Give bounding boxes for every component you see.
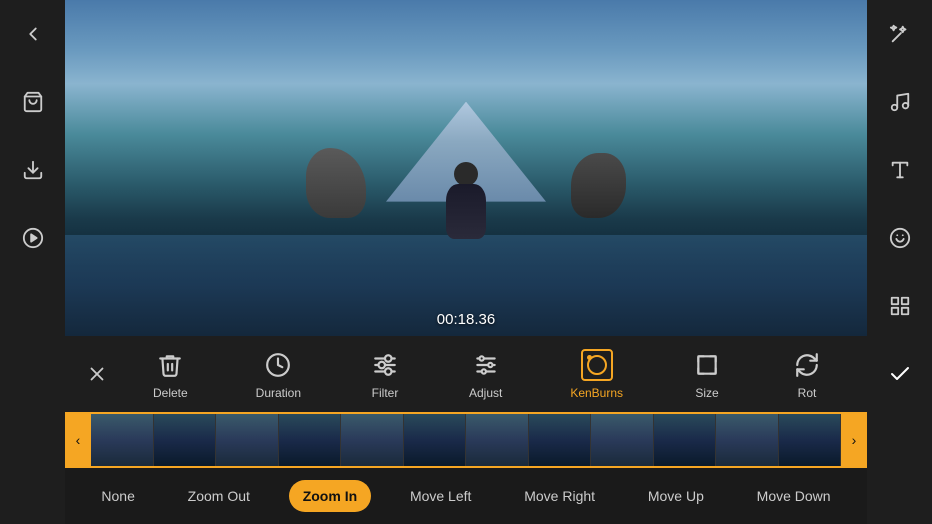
timeline-frame xyxy=(716,414,779,466)
tool-duration[interactable]: Duration xyxy=(248,343,309,406)
timeline-frame xyxy=(341,414,404,466)
person-head xyxy=(454,162,478,186)
magic-button[interactable] xyxy=(880,14,920,54)
timeline-arrow-left[interactable]: ‹ xyxy=(65,412,91,468)
timeline-frame xyxy=(404,414,467,466)
music-button[interactable] xyxy=(880,82,920,122)
person-figure xyxy=(441,162,491,242)
options-bar: None Zoom Out Zoom In Move Left Move Rig… xyxy=(65,468,867,524)
option-move-right[interactable]: Move Right xyxy=(510,480,609,512)
close-button[interactable] xyxy=(75,352,119,396)
play-button[interactable] xyxy=(13,218,53,258)
timeline-frame xyxy=(654,414,717,466)
option-none[interactable]: None xyxy=(87,480,148,512)
video-preview: 00:18.36 xyxy=(65,0,867,336)
option-zoom-out[interactable]: Zoom Out xyxy=(174,480,264,512)
option-move-left[interactable]: Move Left xyxy=(396,480,485,512)
main-content: 00:18.36 Delete xyxy=(65,0,867,524)
option-move-down[interactable]: Move Down xyxy=(743,480,845,512)
adjust-label: Adjust xyxy=(469,386,502,400)
emoji-button[interactable] xyxy=(880,218,920,258)
text-button[interactable] xyxy=(880,150,920,190)
timeline-strip: ‹ › xyxy=(65,412,867,468)
size-icon xyxy=(691,349,723,381)
person-body xyxy=(446,184,486,239)
timeline-frame xyxy=(216,414,279,466)
right-sidebar xyxy=(867,0,932,524)
shop-button[interactable] xyxy=(13,82,53,122)
option-move-up[interactable]: Move Up xyxy=(634,480,718,512)
toolbar: Delete Duration xyxy=(65,336,867,412)
kenburns-label: KenBurns xyxy=(570,386,623,400)
timeline-frame xyxy=(466,414,529,466)
tool-items: Delete Duration xyxy=(119,343,857,406)
rotate-icon xyxy=(791,349,823,381)
clock-icon xyxy=(262,349,294,381)
timeline-frame xyxy=(591,414,654,466)
timeline-frame xyxy=(91,414,154,466)
adjust-icon xyxy=(470,349,502,381)
left-sidebar xyxy=(0,0,65,524)
timeline-frames xyxy=(91,412,841,468)
tool-kenburns[interactable]: KenBurns xyxy=(562,343,631,406)
kenburns-icon xyxy=(581,349,613,381)
timeline-frame xyxy=(779,414,842,466)
timeline-frame xyxy=(529,414,592,466)
filter-label: Filter xyxy=(372,386,399,400)
size-label: Size xyxy=(695,386,718,400)
download-button[interactable] xyxy=(13,150,53,190)
timeline-arrow-right[interactable]: › xyxy=(841,412,867,468)
back-button[interactable] xyxy=(13,14,53,54)
tool-adjust[interactable]: Adjust xyxy=(461,343,510,406)
template-button[interactable] xyxy=(880,286,920,326)
delete-label: Delete xyxy=(153,386,188,400)
rot-label: Rot xyxy=(798,386,817,400)
check-button[interactable] xyxy=(880,354,920,394)
tool-delete[interactable]: Delete xyxy=(145,343,196,406)
trash-icon xyxy=(154,349,186,381)
timeline-frame xyxy=(279,414,342,466)
time-display: 00:18.36 xyxy=(437,311,495,328)
timeline-frame xyxy=(154,414,217,466)
option-zoom-in[interactable]: Zoom In xyxy=(289,480,371,512)
tool-filter[interactable]: Filter xyxy=(361,343,409,406)
tool-size[interactable]: Size xyxy=(683,343,731,406)
duration-label: Duration xyxy=(256,386,301,400)
filter-icon xyxy=(369,349,401,381)
tool-rot[interactable]: Rot xyxy=(783,343,831,406)
